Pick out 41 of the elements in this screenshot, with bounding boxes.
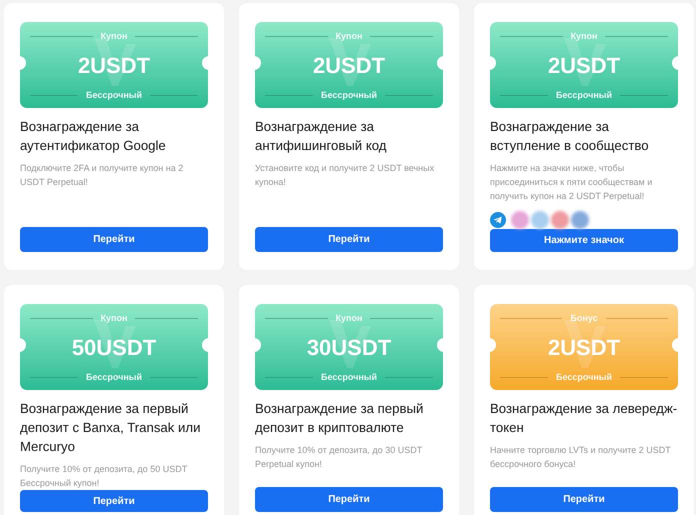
ticket-label: Купон	[100, 313, 128, 323]
ticket-term: Бессрочный	[86, 372, 142, 382]
reward-description: Получите 10% от депозита, до 30 USDT Perpetual купон!	[255, 444, 424, 471]
ticket-amount: 2USDT	[78, 52, 150, 78]
ticket-label: Купон	[570, 31, 598, 41]
reward-title: Вознаграждение за антифишинговый код	[255, 118, 388, 155]
reward-title: Вознаграждение за аутентификатор Google	[20, 118, 167, 155]
reward-description: Установите код и получите 2 USDT вечных купона!	[255, 162, 436, 189]
blurred-icon[interactable]	[551, 211, 569, 229]
reward-description: Подключите 2FA и получите купон на 2 USDT Perpetual!	[20, 162, 184, 189]
ticket-amount: 2USDT	[312, 52, 386, 78]
ticket-amount: 30USDT	[306, 334, 392, 360]
reward-title: Вознаграждение за первый депозит в криптовалюте	[255, 400, 424, 437]
telegram-icon[interactable]	[490, 212, 506, 228]
blurred-icon[interactable]	[531, 211, 549, 229]
go-button[interactable]: Перейти	[255, 487, 443, 512]
reward-title: Вознаграждение за левередж-токен	[490, 400, 678, 437]
ticket-term: Бессрочный	[556, 372, 612, 382]
ticket-term: Бессрочный	[320, 90, 378, 100]
blurred-icon[interactable]	[571, 211, 589, 229]
ticket-term: Бессрочный	[556, 90, 612, 100]
go-button[interactable]: Перейти	[255, 227, 443, 252]
reward-title: Вознаграждение за вступление в сообщество	[490, 118, 650, 155]
go-button[interactable]: Нажмите значок	[490, 229, 678, 252]
go-button[interactable]: Перейти	[20, 227, 208, 252]
reward-description: Начните торговлю LVTs и получите 2 USDT бессрочного бонуса!	[490, 444, 672, 471]
ticket-label: Бонус	[570, 313, 598, 323]
go-button[interactable]: Перейти	[490, 487, 678, 512]
reward-description: Нажмите на значки ниже, чтобы присоединиться к пяти сообществам и получить купон на 2 USDT Perpetual!	[490, 162, 654, 203]
ticket-term: Бессрочный	[86, 90, 142, 100]
ticket-term: Бессрочный	[320, 372, 378, 382]
ticket-label: Купон	[100, 31, 128, 41]
ticket-label: Купон	[336, 31, 362, 41]
reward-description: Получите 10% от депозита, до 50 USDT Бессрочный купон!	[20, 463, 188, 490]
blurred-icon[interactable]	[511, 211, 529, 229]
ticket-amount: 50USDT	[72, 334, 156, 360]
ticket-amount: 2USDT	[548, 52, 620, 78]
go-button[interactable]: Перейти	[20, 490, 208, 512]
reward-title: Вознаграждение за первый депозит с Banxa, Transak или Mercuryo	[20, 400, 202, 456]
ticket-label: Купон	[336, 313, 362, 323]
ticket-amount: 2USDT	[548, 334, 620, 360]
